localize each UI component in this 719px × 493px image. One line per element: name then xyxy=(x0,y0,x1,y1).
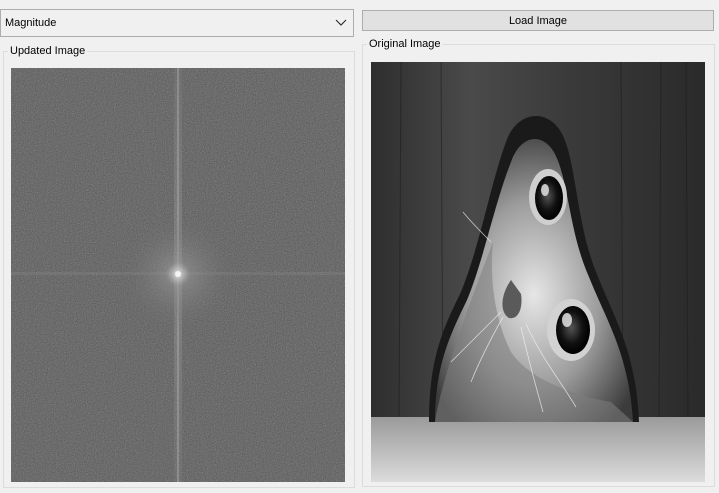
chevron-down-icon xyxy=(335,19,347,26)
load-image-button[interactable]: Load Image xyxy=(362,10,714,31)
original-cat-image xyxy=(371,62,705,482)
transform-select[interactable]: Magnitude xyxy=(0,9,354,37)
original-image-title: Original Image xyxy=(367,38,443,50)
transform-select-value: Magnitude xyxy=(5,17,57,29)
load-image-button-label: Load Image xyxy=(508,14,568,27)
fft-magnitude-image xyxy=(11,68,345,482)
updated-image-title: Updated Image xyxy=(8,45,88,57)
